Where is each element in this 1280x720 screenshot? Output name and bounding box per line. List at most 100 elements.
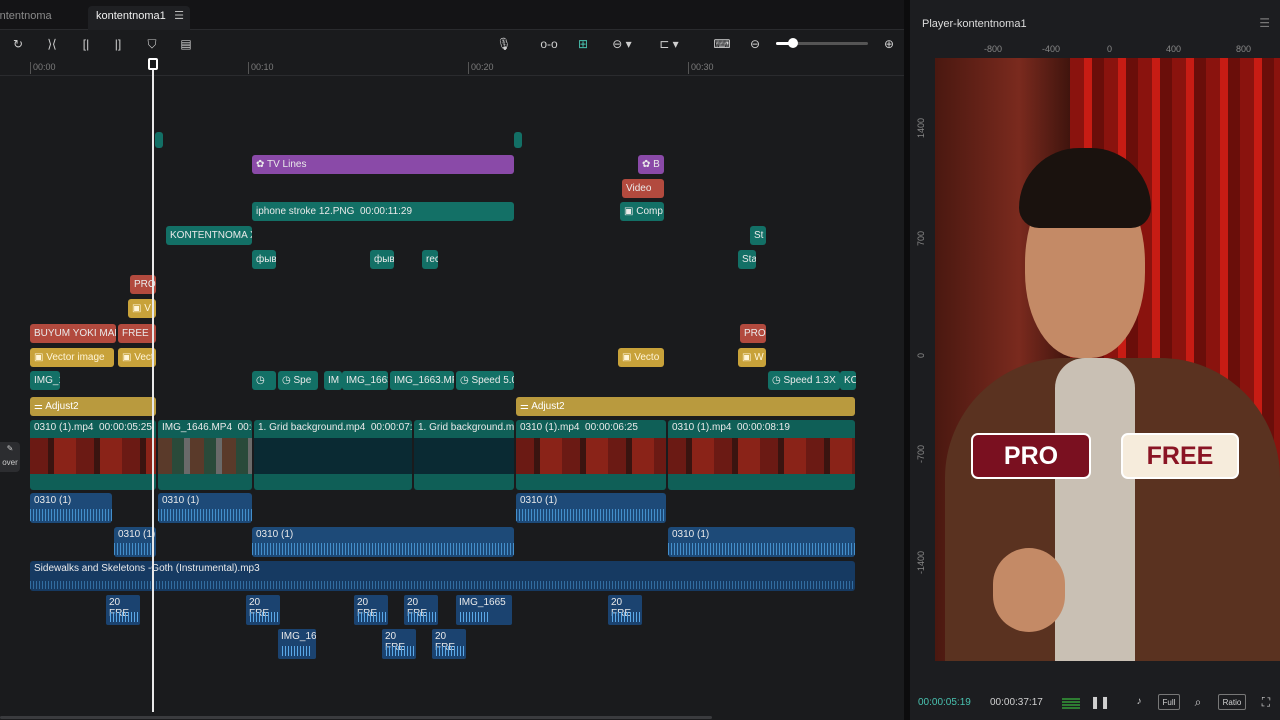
sfx-clip[interactable]: 20 FRE (404, 595, 438, 625)
timeline-toolbar: ↻ ⟩⟨ [| |] ⛉ ▤ 🎙 o-o ⊞ ⊖ ▾ ⊏ ▾ ⌨ ⊖ ⊕ (0, 30, 904, 58)
auto-snap-icon[interactable]: ⊞ (572, 35, 594, 53)
full-quality-button[interactable]: Full (1158, 694, 1180, 710)
hamburger-icon[interactable]: ☰ (1259, 16, 1270, 30)
tab-kontentnoma1[interactable]: kontentnoma1 ☰ (88, 6, 190, 30)
adjust-icon: ⚌ (520, 401, 532, 412)
zoom-in-icon[interactable]: ⊕ (880, 35, 898, 53)
clip-speed[interactable]: ◷ (252, 371, 276, 390)
horizontal-scrollbar[interactable] (0, 714, 904, 720)
clip-pro[interactable]: PRO (740, 324, 766, 343)
clip-img-1[interactable]: IMG_1 (30, 371, 60, 390)
link-icon[interactable]: o-o (538, 35, 560, 53)
audio-clip[interactable]: 0310 (1) (516, 493, 666, 523)
clip-kontentnoma-x[interactable]: KONTENTNOMA X (166, 226, 252, 245)
sfx-clip[interactable]: 20 FRE (106, 595, 140, 625)
clip-st[interactable]: St (750, 226, 766, 245)
marker-clip[interactable] (514, 132, 522, 148)
video-clip[interactable]: 1. Grid background.mp4 00:00:07: (254, 420, 412, 490)
clip-im[interactable]: IM (324, 371, 342, 390)
image-icon: ▣ (122, 352, 135, 363)
clip-tv-lines[interactable]: ✿ TV Lines (252, 155, 514, 174)
overlay-pro-badge[interactable]: PRO (971, 433, 1091, 479)
clip-vector-image[interactable]: ▣ Vector image (30, 348, 114, 367)
linked-clip-icon[interactable]: ⊖ ▾ (606, 35, 638, 53)
clip-vecto[interactable]: ▣ Vecto (618, 348, 664, 367)
clip-adjust[interactable]: ⚌ Adjust2 (30, 397, 156, 416)
clip-fyv[interactable]: фыв (252, 250, 276, 269)
playhead-handle[interactable] (148, 58, 158, 70)
clip-img-1663[interactable]: IMG_1663 (342, 371, 388, 390)
ratio-button[interactable]: Ratio (1218, 694, 1246, 710)
cover-button[interactable]: ✎ over (0, 442, 20, 472)
clip-img-1663-mp4[interactable]: IMG_1663.MP4 (390, 371, 454, 390)
waveform (386, 646, 416, 656)
sfx-clip[interactable]: IMG_166 (278, 629, 316, 659)
clip-speed-13[interactable]: ◷ Speed 1.3X (768, 371, 840, 390)
marker-icon[interactable]: ⛉ (144, 35, 160, 53)
video-clip[interactable]: 1. Grid background.mp (414, 420, 514, 490)
audio-clip[interactable]: 0310 (1) (30, 493, 112, 523)
video-clip[interactable]: 0310 (1).mp4 00:00:06:25 (516, 420, 666, 490)
redo-icon[interactable]: ↻ (10, 35, 26, 53)
preview-quality-icon[interactable]: ⌨ (712, 35, 732, 53)
caption-icon[interactable]: ▤ (177, 35, 195, 53)
player-horizontal-ruler: -800 -400 0 400 800 (934, 44, 1280, 58)
sfx-clip[interactable]: 20 FRE (354, 595, 388, 625)
fullscreen-icon[interactable]: ⛶ (1258, 694, 1274, 710)
preview-frame[interactable]: PRO FREE (935, 58, 1280, 661)
sfx-clip[interactable]: 20 FRE (382, 629, 416, 659)
zoom-out-icon[interactable]: ⊖ (746, 35, 764, 53)
waveform (460, 612, 490, 622)
tab-bar: kontentnoma kontentnoma1 ☰ (0, 0, 904, 30)
clip-fyv[interactable]: фыв (370, 250, 394, 269)
tab-kontentnoma[interactable]: kontentnoma (0, 6, 60, 30)
overlay-free-badge[interactable]: FREE (1121, 433, 1239, 479)
sfx-clip[interactable]: 20 FRE (432, 629, 466, 659)
video-clip[interactable]: IMG_1646.MP4 00:0 (158, 420, 252, 490)
clip-label: 0310 (1) (520, 495, 558, 506)
waveform (612, 612, 642, 622)
mic-icon[interactable]: 🎙 (496, 35, 512, 53)
magnet-icon[interactable]: ⊏ ▾ (652, 35, 686, 53)
video-clip[interactable]: 0310 (1).mp4 00:00:08:19 (668, 420, 855, 490)
sfx-clip[interactable]: IMG_1665 (456, 595, 512, 625)
scrollbar-thumb[interactable] (0, 716, 712, 719)
zoom-slider[interactable] (776, 38, 868, 48)
clip-spe[interactable]: ◷ Spe (278, 371, 318, 390)
audio-clip[interactable]: 0310 (1) (252, 527, 514, 557)
marker-clip[interactable] (155, 132, 163, 148)
video-clip[interactable]: 0310 (1).mp4 00:00:05:25 (30, 420, 156, 490)
zoom-fit-icon[interactable]: ⌕ (1190, 694, 1206, 710)
audio-clip[interactable]: 0310 (1) (114, 527, 156, 557)
tiktok-icon[interactable]: ♪ (1132, 694, 1146, 710)
clip-adjust[interactable]: ⚌ Adjust2 (516, 397, 855, 416)
sfx-clip[interactable]: 20 FRE (246, 595, 280, 625)
trim-start-icon[interactable]: [| (78, 35, 94, 53)
clip-comp[interactable]: ▣ Comp (620, 202, 664, 221)
image-icon: ▣ (624, 206, 637, 217)
clip-iphone-stroke[interactable]: iphone stroke 12.PNG 00:00:11:29 (252, 202, 514, 221)
image-icon: ▣ (132, 303, 145, 314)
clip-free[interactable]: FREE (118, 324, 156, 343)
clip-sta[interactable]: Sta (738, 250, 756, 269)
clip-buyum[interactable]: BUYUM YOKI MAH (30, 324, 116, 343)
audio-clip[interactable]: 0310 (1) (668, 527, 855, 557)
clip-rec[interactable]: rec (422, 250, 438, 269)
hamburger-icon[interactable]: ☰ (174, 6, 184, 26)
clip-kc[interactable]: KC (840, 371, 856, 390)
pause-icon[interactable]: ❚❚ (1090, 694, 1110, 710)
clip-b[interactable]: ✿ B (638, 155, 664, 174)
clip-speed-5[interactable]: ◷ Speed 5.0 (456, 371, 514, 390)
clip-label: 0310 (1) (256, 529, 294, 540)
sfx-clip[interactable]: 20 FRE (608, 595, 642, 625)
clip-video[interactable]: Video (622, 179, 664, 198)
time-ruler[interactable]: 00:00 00:10 00:20 00:30 (0, 58, 904, 76)
clip-label: 0310 (1) (672, 529, 710, 540)
ruler-label: -1400 (916, 550, 926, 574)
split-icon[interactable]: ⟩⟨ (44, 35, 60, 53)
clip-vect[interactable]: ▣ Vect (118, 348, 156, 367)
audio-clip[interactable]: 0310 (1) (158, 493, 252, 523)
clip-w[interactable]: ▣ W (738, 348, 766, 367)
zoom-slider-knob[interactable] (787, 38, 798, 48)
trim-end-icon[interactable]: |] (110, 35, 126, 53)
